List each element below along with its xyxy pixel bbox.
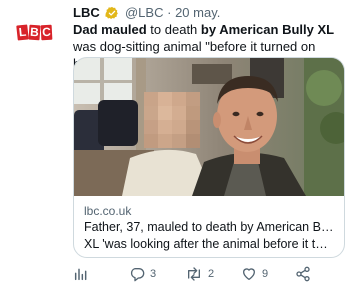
reply-count: 3 (150, 268, 157, 280)
tweet-text-bold-1: Dad mauled (73, 22, 147, 37)
card-title: Father, 37, mauled to death by American … (84, 219, 334, 253)
avatar[interactable]: L B C (12, 10, 56, 54)
account-name[interactable]: LBC (73, 5, 100, 20)
card-image[interactable] (74, 58, 344, 196)
retweet-button[interactable]: 2 (185, 266, 214, 282)
card-title-line-1: Father, 37, mauled to death by American … (84, 220, 334, 234)
card-photo (74, 58, 344, 196)
logo-letter-c: C (40, 24, 52, 40)
meta-separator: · (167, 5, 172, 20)
logo-letter-b: B (27, 24, 41, 40)
analytics-button[interactable] (73, 266, 89, 282)
tweet-text-plain-1: to death (146, 22, 201, 37)
reply-button[interactable]: 3 (129, 266, 156, 282)
reply-icon (130, 268, 145, 282)
tweet-text-bold-2: by American Bully XL (200, 22, 335, 37)
share-button[interactable] (295, 266, 311, 282)
card-title-line-2: XL 'was looking after the animal before … (84, 237, 334, 251)
share-icon (296, 266, 310, 282)
tweet-actions: 3 2 9 (73, 266, 333, 286)
card-domain: lbc.co.uk (84, 204, 132, 218)
lbc-logo: L B C (15, 23, 52, 41)
like-button[interactable]: 9 (241, 266, 268, 282)
link-card[interactable]: lbc.co.uk Father, 37, mauled to death by… (73, 57, 345, 258)
analytics-icon (74, 268, 87, 281)
account-handle[interactable]: @LBC (125, 5, 164, 20)
logo-letter-l: L (15, 23, 29, 41)
card-body: lbc.co.uk Father, 37, mauled to death by… (74, 198, 344, 253)
like-count: 9 (262, 268, 269, 280)
retweet-count: 2 (208, 268, 215, 280)
retweet-icon (188, 267, 200, 281)
tweet-date[interactable]: 20 may. (175, 5, 220, 20)
heart-icon (243, 268, 255, 280)
